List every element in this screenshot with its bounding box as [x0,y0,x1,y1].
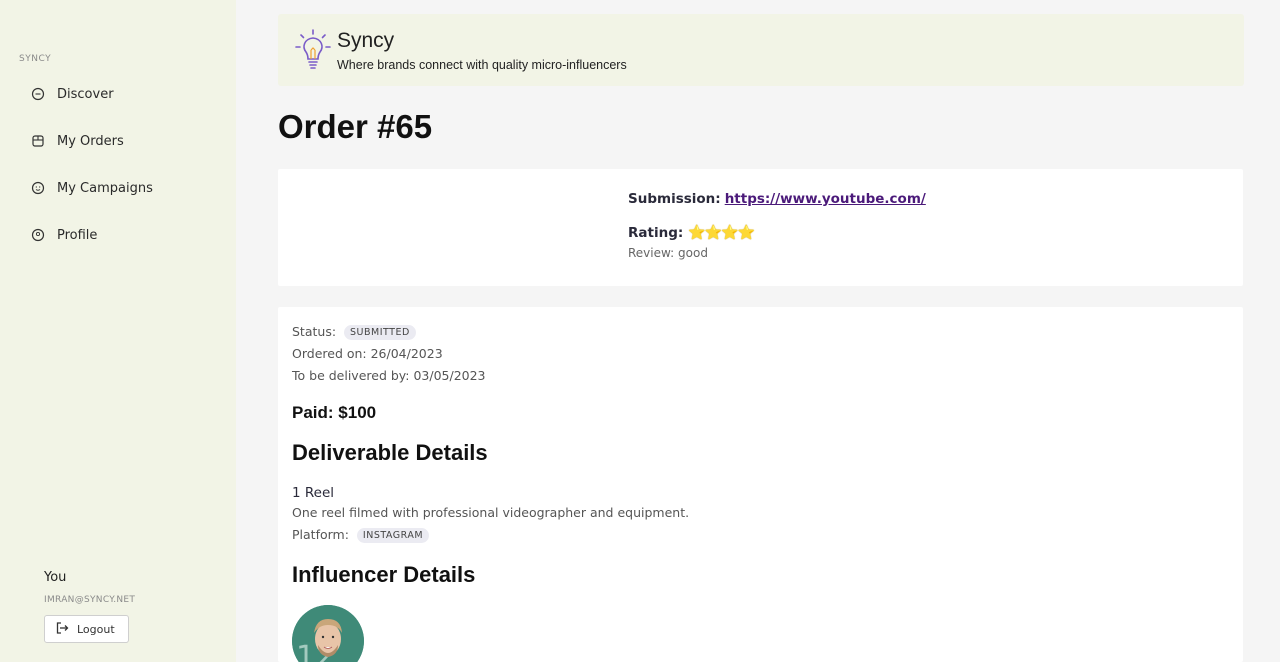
logout-icon [55,620,69,639]
deliverable-name: 1 Reel [292,485,335,501]
avatar[interactable]: 12 [292,605,364,662]
deliverable-heading: Deliverable Details [292,440,488,465]
user-circle-icon [31,228,45,242]
logout-button[interactable]: Logout [44,615,129,643]
sidebar-item-discover[interactable]: Discover [31,84,153,104]
platform-label: Platform: [292,527,349,542]
sidebar-item-label: My Campaigns [57,180,153,196]
app-tagline: Where brands connect with quality micro-… [337,58,627,72]
sidebar-item-label: My Orders [57,133,124,149]
status-badge: SUBMITTED [344,325,416,340]
status-line: Status: SUBMITTED [292,324,416,340]
status-label: Status: [292,324,337,339]
submission-label: Submission: [628,191,721,207]
submission-card: Submission: https://www.youtube.com/ Rati… [278,169,1243,286]
storefront-icon [31,134,45,148]
logout-label: Logout [77,622,115,636]
order-details-card: Status: SUBMITTED Ordered on: 26/04/2023… [278,307,1243,662]
platform-badge: INSTAGRAM [356,528,430,543]
rating-line: Rating: ⭐⭐⭐⭐ [628,225,755,241]
rating-stars: ⭐⭐⭐⭐ [688,225,755,241]
app-title: Syncy [337,29,395,52]
header-banner: Syncy Where brands connect with quality … [278,14,1244,86]
deliverable-description: One reel filmed with professional videog… [292,505,690,520]
sidebar-item-label: Profile [57,227,98,243]
platform-line: Platform: INSTAGRAM [292,527,430,543]
rating-label: Rating: [628,225,684,241]
paid-amount: Paid: $100 [292,403,377,422]
sidebar-item-my-campaigns[interactable]: My Campaigns [31,178,153,198]
sidebar-item-profile[interactable]: Profile [31,225,153,245]
user-email: IMRAN@SYNCY.NET [44,595,136,605]
review-text: Review: good [628,246,708,260]
sidebar: SYNCY Discover My Orders My Campaigns Pr… [0,0,236,662]
influencer-heading: Influencer Details [292,562,476,587]
user-name: You [44,570,67,585]
sidebar-brand: SYNCY [19,54,52,64]
sidebar-item-my-orders[interactable]: My Orders [31,131,153,151]
ordered-on: Ordered on: 26/04/2023 [292,346,443,361]
smiley-icon [31,181,45,195]
chat-bubble-icon [31,87,45,101]
delivery-date: To be delivered by: 03/05/2023 [292,368,486,383]
sidebar-nav: Discover My Orders My Campaigns Profile [31,84,153,272]
user-block: You IMRAN@SYNCY.NET Logout [44,570,135,643]
submission-link[interactable]: https://www.youtube.com/ [725,191,926,207]
submission-line: Submission: https://www.youtube.com/ [628,191,926,207]
lightbulb-icon [294,28,332,72]
sidebar-item-label: Discover [57,86,114,102]
page-title: Order #65 [278,108,433,145]
